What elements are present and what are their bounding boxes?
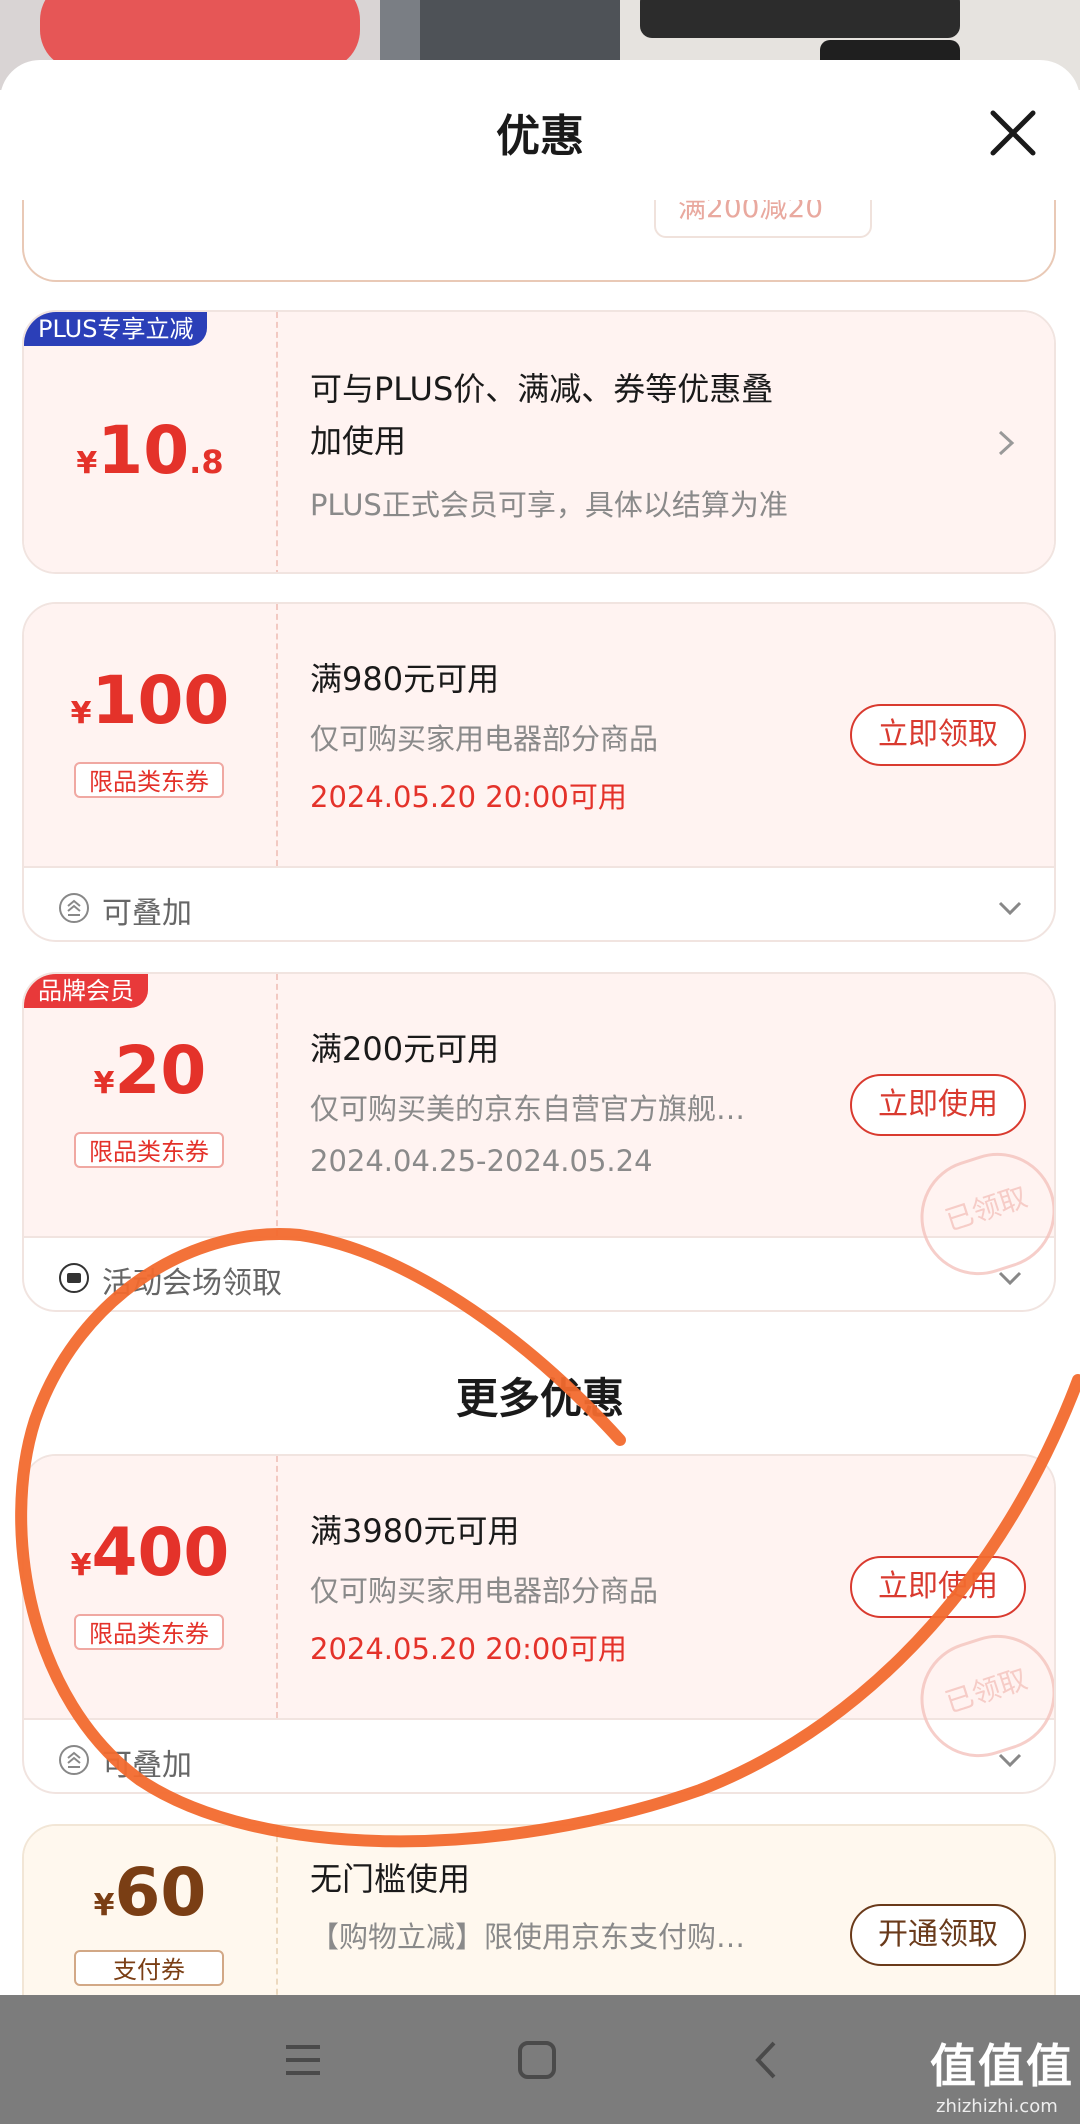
partial-coupon-card: 满200减20 (22, 200, 1056, 282)
coupon-kind-badge: 支付券 (74, 1950, 224, 1986)
footer-label: 活动会场领取 (102, 1266, 282, 1301)
coupon-kind-badge: 限品类东券 (74, 1614, 224, 1650)
footer-label: 可叠加 (102, 896, 192, 931)
card-divider (276, 604, 278, 866)
coupon-threshold: 满200元可用 (310, 1030, 500, 1068)
use-button[interactable]: 立即使用 (850, 1556, 1026, 1618)
coupon-threshold: 满3980元可用 (310, 1512, 520, 1550)
chevron-down-icon[interactable] (996, 1746, 1024, 1774)
coupon-sheet: 优惠 满200减20 PLUS专享立减 ¥10.8 可与PLUS价、满减、券等优… (0, 60, 1080, 1995)
plus-note: PLUS正式会员可享，具体以结算为准 (310, 488, 788, 522)
plus-desc-line1: 可与PLUS价、满减、券等优惠叠 (310, 370, 774, 408)
menu-icon[interactable] (278, 2035, 328, 2085)
sheet-title: 优惠 (496, 111, 584, 162)
system-nav-bar (0, 1995, 1080, 2124)
brand-member-tag: 品牌会员 (24, 974, 148, 1008)
coupon-threshold: 无门槛使用 (310, 1860, 471, 1898)
card-divider (276, 312, 278, 572)
chevron-down-icon[interactable] (996, 1264, 1024, 1292)
coupon-price: ¥400 (70, 1514, 230, 1591)
coupon-scope: 【购物立减】限使用京东支付购… (310, 1920, 746, 1954)
coupon-footer[interactable]: 可叠加 (24, 1720, 1054, 1792)
card-divider (276, 1456, 278, 1718)
coupon-threshold: 满980元可用 (310, 660, 500, 698)
coupon-card-100: ¥100 限品类东券 满980元可用 仅可购买家用电器部分商品 2024.05.… (22, 602, 1056, 942)
plus-price: ¥10.8 (76, 412, 224, 489)
coupon-date: 2024.05.20 20:00可用 (310, 1632, 627, 1666)
stackable-icon (59, 1745, 89, 1775)
ticket-icon (59, 1263, 89, 1293)
chevron-down-icon[interactable] (996, 894, 1024, 922)
stackable-icon (59, 893, 89, 923)
coupon-date: 2024.05.20 20:00可用 (310, 780, 627, 814)
coupon-card-400: ¥400 限品类东券 满3980元可用 仅可购买家用电器部分商品 2024.05… (22, 1454, 1056, 1794)
coupon-price: ¥20 (93, 1032, 207, 1109)
close-icon[interactable] (985, 105, 1041, 161)
background-banner (640, 0, 960, 38)
back-icon[interactable] (742, 2035, 792, 2085)
partial-coupon-label: 满200减20 (678, 200, 824, 224)
chevron-right-icon[interactable] (994, 428, 1018, 458)
use-button[interactable]: 立即使用 (850, 1074, 1026, 1136)
coupon-scope: 仅可购买家用电器部分商品 (310, 722, 659, 756)
coupon-card-20: 品牌会员 ¥20 限品类东券 满200元可用 仅可购买美的京东自营官方旗舰… 2… (22, 972, 1056, 1312)
open-claim-button[interactable]: 开通领取 (850, 1904, 1026, 1966)
footer-label: 可叠加 (102, 1748, 192, 1783)
coupon-footer[interactable]: 可叠加 (24, 868, 1054, 940)
plus-tag: PLUS专享立减 (24, 312, 208, 346)
site-watermark: 值值值 zhizhizhi.com (930, 2039, 1074, 2117)
claim-button[interactable]: 立即领取 (850, 704, 1026, 766)
home-icon[interactable] (512, 2035, 562, 2085)
coupon-date: 2024.04.25-2024.05.24 (310, 1144, 653, 1178)
coupon-kind-badge: 限品类东券 (74, 1132, 224, 1168)
more-offers-title: 更多优惠 (455, 1374, 624, 1423)
card-divider (276, 974, 278, 1236)
coupon-card-60: ¥60 支付券 无门槛使用 【购物立减】限使用京东支付购… 开通领取 (22, 1824, 1056, 1995)
coupon-footer[interactable]: 活动会场领取 (24, 1238, 1054, 1310)
card-divider (276, 1826, 278, 1995)
coupon-kind-badge: 限品类东券 (74, 762, 224, 798)
coupon-scope: 仅可购买美的京东自营官方旗舰… (310, 1092, 746, 1126)
plus-desc-line2: 加使用 (310, 422, 407, 460)
coupon-price: ¥100 (70, 662, 230, 739)
coupon-scope: 仅可购买家用电器部分商品 (310, 1574, 659, 1608)
coupon-price: ¥60 (93, 1854, 207, 1931)
plus-discount-card[interactable]: PLUS专享立减 ¥10.8 可与PLUS价、满减、券等优惠叠 加使用 PLUS… (22, 310, 1056, 574)
